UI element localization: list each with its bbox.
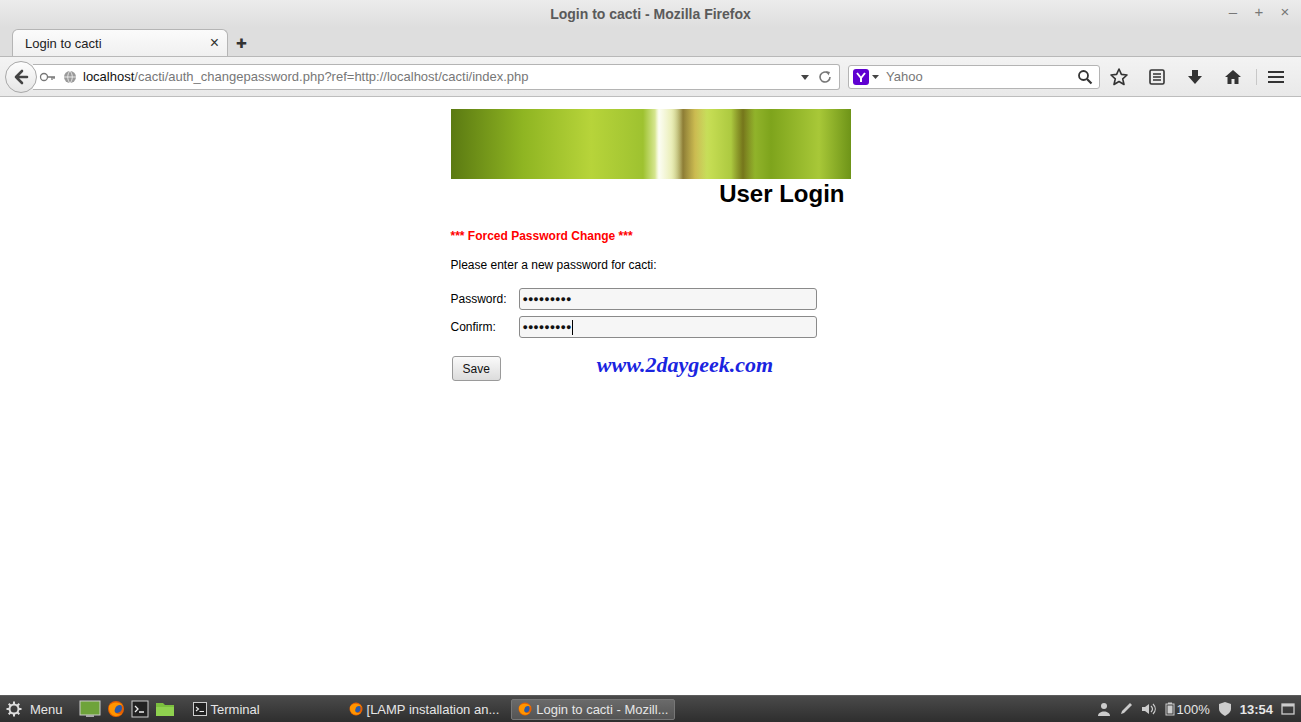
menu-button[interactable] <box>1256 69 1295 85</box>
globe-icon <box>63 70 77 84</box>
battery-level: 100% <box>1177 702 1210 717</box>
window-control-button[interactable]: × <box>1279 3 1291 20</box>
tab-bar: Login to cacti × ✚ <box>0 28 1301 57</box>
gear-icon <box>6 701 22 717</box>
reading-list-icon <box>1148 68 1166 86</box>
volume-icon[interactable] <box>1141 702 1157 716</box>
menu-label: Menu <box>30 702 63 717</box>
password-prompt: Please enter a new password for cacti: <box>451 258 851 273</box>
form-actions: Savewww.2daygeek.com <box>451 356 851 381</box>
banner-image <box>451 109 851 179</box>
user-login-heading: User Login <box>451 179 851 209</box>
dropdown-arrow-icon[interactable] <box>799 72 811 82</box>
start-menu-button[interactable]: Menu <box>0 701 71 717</box>
taskbar: Menu Terminal [LAMP installation an... Logi… <box>0 695 1301 722</box>
pen-icon[interactable] <box>1119 702 1133 716</box>
terminal-launcher-icon[interactable] <box>131 700 149 718</box>
url-field[interactable]: localhost/cacti/auth_changepassword.php?… <box>33 64 840 90</box>
user-icon[interactable] <box>1097 702 1111 716</box>
search-field[interactable]: Yahoo <box>848 65 1100 89</box>
firefox-window: Login to cacti - Mozilla Firefox–+×Login… <box>0 0 1301 722</box>
password-input[interactable]: ●●●●●●●●● <box>519 316 817 338</box>
folder-launcher-icon[interactable] <box>155 700 175 718</box>
battery-indicator[interactable]: 100% <box>1165 702 1210 717</box>
hamburger-menu-icon <box>1267 69 1285 85</box>
taskbar-window-button[interactable]: Terminal <box>187 699 337 720</box>
taskbar-window-label: Terminal <box>211 702 260 717</box>
downloads-button[interactable] <box>1176 68 1214 86</box>
taskbar-window-label: Login to cacti - Mozill... <box>536 702 668 717</box>
magnifier-icon[interactable] <box>1077 69 1093 85</box>
shield-icon[interactable] <box>1218 701 1232 717</box>
back-button[interactable] <box>5 61 37 93</box>
page-content: User Login *** Forced Password Change ***… <box>0 97 1301 695</box>
firefox-icon <box>349 702 363 716</box>
new-tab-button[interactable]: ✚ <box>236 36 247 51</box>
save-button[interactable]: Save <box>452 356 501 381</box>
show-desktop-icon[interactable] <box>79 700 101 718</box>
battery-icon <box>1165 702 1175 716</box>
window-controls: –+ × <box>1227 3 1291 20</box>
masked-value: ●●●●●●●●● <box>523 322 572 332</box>
tab-close-button[interactable]: × <box>210 34 219 52</box>
bookmark-star-button[interactable] <box>1100 67 1138 87</box>
yahoo-logo-icon <box>853 69 880 85</box>
text-caret <box>572 320 573 335</box>
firefox-icon <box>518 702 532 716</box>
launcher-group <box>71 700 187 718</box>
reload-icon[interactable] <box>817 69 833 85</box>
taskbar-window-label: [LAMP installation an... <box>367 702 500 717</box>
taskbar-window-button[interactable]: [LAMP installation an... <box>343 699 506 720</box>
key-icon <box>39 69 57 85</box>
reading-list-button[interactable] <box>1138 68 1176 86</box>
forced-change-notice: *** Forced Password Change *** <box>451 229 851 244</box>
terminal-icon <box>193 702 207 716</box>
navigation-bar: localhost/cacti/auth_changepassword.php?… <box>0 57 1301 97</box>
password-input[interactable]: ●●●●●●●●● <box>519 288 817 310</box>
tab[interactable]: Login to cacti × <box>12 29 228 56</box>
download-arrow-icon <box>1186 68 1204 86</box>
home-icon <box>1224 68 1242 86</box>
window-control-button[interactable]: – <box>1227 3 1239 20</box>
window-switcher-icon[interactable] <box>1281 703 1295 715</box>
window-title: Login to cacti - Mozilla Firefox <box>550 6 751 22</box>
window-control-button[interactable]: + <box>1253 3 1265 20</box>
login-panel: User Login *** Forced Password Change ***… <box>451 109 851 381</box>
window-list: Terminal [LAMP installation an... Login to… <box>187 699 1097 720</box>
password-form: Password: ●●●●●●●●● Confirm: ●●●●●●●●● <box>451 288 851 338</box>
firefox-launcher-icon[interactable] <box>107 700 125 718</box>
taskbar-window-button[interactable]: Login to cacti - Mozill... <box>511 699 675 720</box>
search-placeholder: Yahoo <box>886 69 1071 84</box>
clock[interactable]: 13:54 <box>1240 702 1273 717</box>
tab-label: Login to cacti <box>25 36 102 51</box>
watermark: www.2daygeek.com <box>597 352 773 378</box>
title-bar: Login to cacti - Mozilla Firefox –+ × <box>0 0 1301 28</box>
field-label: Password: <box>451 292 519 306</box>
masked-value: ●●●●●●●●● <box>523 294 572 304</box>
field-label: Confirm: <box>451 320 519 334</box>
url-text: localhost/cacti/auth_changepassword.php?… <box>83 69 793 84</box>
system-tray: 100% 13:54 <box>1097 701 1301 717</box>
home-button[interactable] <box>1214 68 1252 86</box>
star-icon <box>1109 67 1129 87</box>
back-arrow-icon <box>12 68 30 86</box>
